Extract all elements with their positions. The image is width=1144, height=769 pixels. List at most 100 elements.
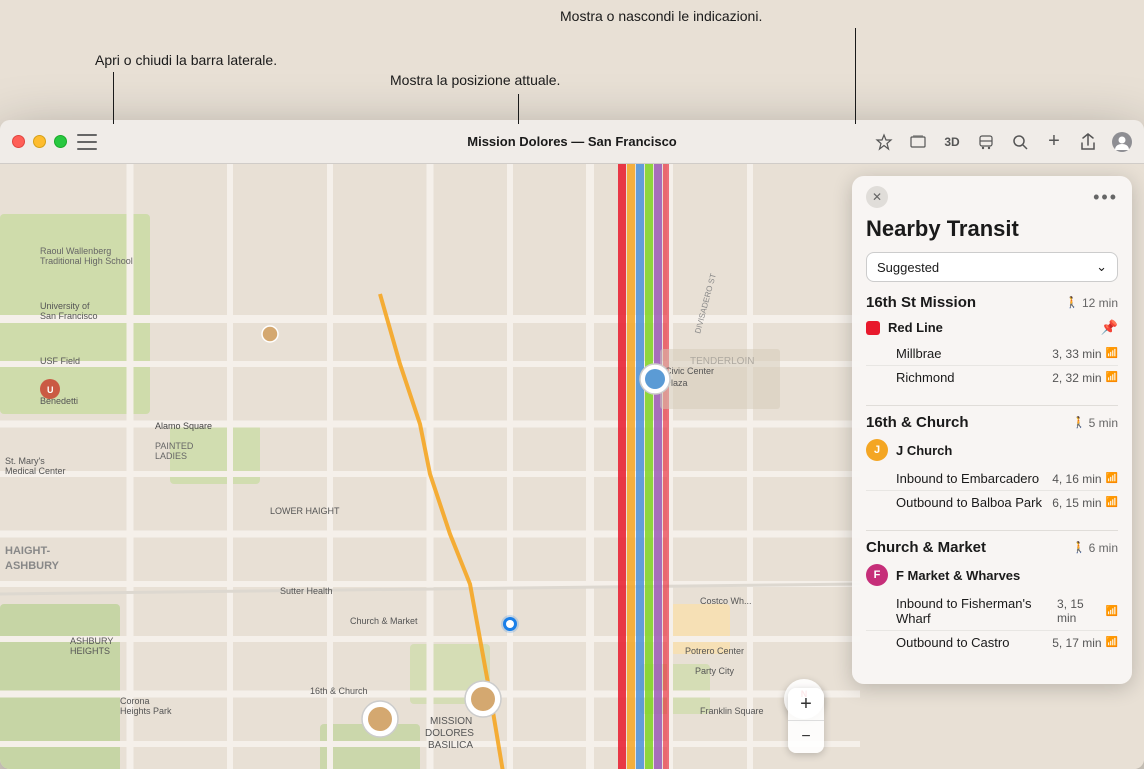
svg-text:HAIGHT-: HAIGHT- (5, 545, 51, 557)
signal-icon: 📶 (1106, 606, 1118, 617)
signal-icon: 📶 (1106, 637, 1118, 648)
svg-text:Traditional High School: Traditional High School (40, 256, 133, 266)
chevron-down-icon: ⌄ (1096, 259, 1107, 275)
dest-time: 3, 33 min 📶 (1052, 347, 1118, 361)
section-title-market: Church & Market (866, 539, 986, 556)
zoom-out-button[interactable]: − (788, 721, 824, 753)
section-walk-church: 🚶 5 min (1072, 416, 1118, 430)
svg-text:USF Field: USF Field (40, 356, 80, 366)
signal-icon: 📶 (1106, 497, 1118, 508)
section-header-market: Church & Market 🚶 6 min (866, 539, 1118, 556)
svg-text:San Francisco: San Francisco (40, 311, 98, 321)
f-line-badge: F (866, 564, 888, 586)
directions-annotation: Mostra o nascondi le indicazioni. (560, 8, 762, 24)
line-name-j: J Church (896, 443, 1118, 458)
line-name-red: Red Line (888, 320, 1101, 335)
dest-row-richmond[interactable]: Richmond 2, 32 min 📶 (866, 366, 1118, 389)
add-button[interactable]: + (1044, 132, 1064, 152)
svg-text:Medical Center: Medical Center (5, 466, 66, 476)
svg-text:HEIGHTS: HEIGHTS (70, 646, 110, 656)
maximize-button[interactable] (54, 135, 67, 148)
dest-name: Millbrae (896, 346, 942, 361)
panel-header: ✕ ••• (852, 176, 1132, 212)
transit-section-church-market: Church & Market 🚶 6 min F F Market & Wha… (866, 539, 1118, 654)
walk-icon: 🚶 (1065, 296, 1079, 309)
dest-time: 4, 16 min 📶 (1052, 472, 1118, 486)
dest-row-balboa[interactable]: Outbound to Balboa Park 6, 15 min 📶 (866, 491, 1118, 514)
red-line-badge (866, 321, 880, 335)
position-annotation: Mostra la posizione attuale. (390, 72, 560, 88)
signal-icon: 📶 (1106, 348, 1118, 359)
transit-panel: ✕ ••• Nearby Transit Suggested ⌄ 16th St… (852, 176, 1132, 684)
line-row-j: J J Church (866, 439, 1118, 461)
svg-text:Sutter Health: Sutter Health (280, 586, 333, 596)
panel-close-button[interactable]: ✕ (866, 186, 888, 208)
pin-icon: 📌 (1101, 319, 1118, 336)
map-container[interactable]: Raoul Wallenberg Traditional High School… (0, 164, 1144, 769)
panel-title: Nearby Transit (852, 212, 1132, 252)
dest-name: Richmond (896, 370, 955, 385)
svg-text:DOLORES: DOLORES (425, 728, 474, 739)
j-line-badge: J (866, 439, 888, 461)
svg-text:Alamo Square: Alamo Square (155, 421, 212, 431)
walk-icon: 🚶 (1072, 541, 1086, 554)
svg-text:PAINTED: PAINTED (155, 441, 194, 451)
dest-name: Inbound to Fisherman's Wharf (896, 596, 1057, 626)
dest-row-millbrae[interactable]: Millbrae 3, 33 min 📶 (866, 342, 1118, 366)
svg-text:Costco Wh...: Costco Wh... (700, 596, 752, 606)
layers-button[interactable] (908, 132, 928, 152)
walk-icon: 🚶 (1072, 416, 1086, 429)
line-name-f: F Market & Wharves (896, 568, 1118, 583)
svg-text:16th & Church: 16th & Church (310, 686, 368, 696)
dest-row-fishermans[interactable]: Inbound to Fisherman's Wharf 3, 15 min 📶 (866, 592, 1118, 631)
dest-time: 2, 32 min 📶 (1052, 371, 1118, 385)
titlebar-actions: 3D + (874, 132, 1132, 152)
section-walk-16th: 🚶 12 min (1065, 296, 1118, 310)
3d-button[interactable]: 3D (942, 132, 962, 152)
section-divider (866, 405, 1118, 406)
section-walk-market: 🚶 6 min (1072, 541, 1118, 555)
location-button[interactable] (874, 132, 894, 152)
svg-text:LADIES: LADIES (155, 451, 187, 461)
svg-text:BASILICA: BASILICA (428, 740, 473, 751)
avatar-button[interactable] (1112, 132, 1132, 152)
app-window: Mission Dolores — San Francisco 3D (0, 120, 1144, 769)
dest-name: Outbound to Castro (896, 635, 1009, 650)
signal-icon: 📶 (1106, 473, 1118, 484)
line-row-red: Red Line 📌 (866, 319, 1118, 336)
dropdown-value: Suggested (877, 260, 939, 275)
panel-content: 16th St Mission 🚶 12 min Red Line 📌 Mill… (852, 294, 1132, 684)
share-button[interactable] (1078, 132, 1098, 152)
section-divider (866, 530, 1118, 531)
search-button[interactable] (1010, 132, 1030, 152)
titlebar: Mission Dolores — San Francisco 3D (0, 120, 1144, 164)
signal-icon: 📶 (1106, 372, 1118, 383)
svg-text:Raoul Wallenberg: Raoul Wallenberg (40, 246, 111, 256)
svg-text:Heights Park: Heights Park (120, 706, 172, 716)
dest-row-castro[interactable]: Outbound to Castro 5, 17 min 📶 (866, 631, 1118, 654)
dest-row-embarcadero[interactable]: Inbound to Embarcadero 4, 16 min 📶 (866, 467, 1118, 491)
section-title-church: 16th & Church (866, 414, 969, 431)
svg-text:Party City: Party City (695, 666, 735, 676)
section-title-16th: 16th St Mission (866, 294, 976, 311)
zoom-in-button[interactable]: + (788, 688, 824, 720)
svg-text:ASHBURY: ASHBURY (70, 636, 113, 646)
dest-time: 5, 17 min 📶 (1052, 636, 1118, 650)
svg-text:U: U (47, 385, 54, 395)
panel-more-button[interactable]: ••• (1093, 187, 1118, 208)
sidebar-toggle-button[interactable] (77, 134, 97, 150)
traffic-lights (12, 135, 67, 148)
transit-section-16th-church: 16th & Church 🚶 5 min J J Church Inbound… (866, 414, 1118, 514)
dest-time: 3, 15 min 📶 (1057, 597, 1118, 625)
svg-text:University of: University of (40, 301, 90, 311)
line-row-f: F F Market & Wharves (866, 564, 1118, 586)
svg-text:Franklin Square: Franklin Square (700, 706, 764, 716)
svg-text:Corona: Corona (120, 696, 150, 706)
dest-name: Outbound to Balboa Park (896, 495, 1042, 510)
svg-text:Church & Market: Church & Market (350, 616, 418, 626)
minimize-button[interactable] (33, 135, 46, 148)
sidebar-annotation: Apri o chiudi la barra laterale. (95, 52, 277, 68)
dropdown-suggested[interactable]: Suggested ⌄ (866, 252, 1118, 282)
close-button[interactable] (12, 135, 25, 148)
transit-button[interactable] (976, 132, 996, 152)
